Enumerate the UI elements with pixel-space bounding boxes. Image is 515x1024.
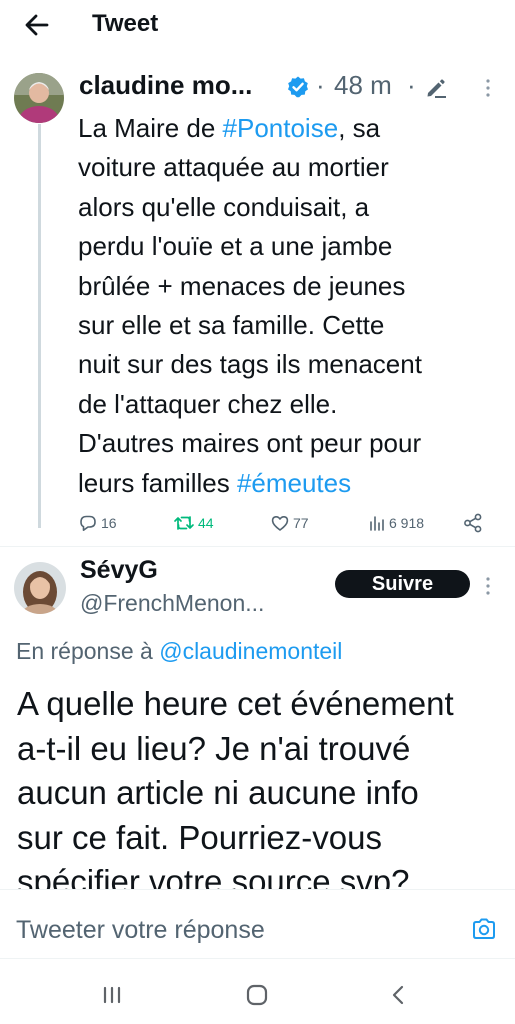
tweet-text-line: spécifier votre source svp? <box>17 863 410 890</box>
tweet1-timestamp[interactable]: 48 m <box>334 70 392 101</box>
thread-connector-line <box>38 124 41 528</box>
tweet2-author-handle[interactable]: @FrenchMenon... <box>80 590 264 617</box>
home-icon[interactable] <box>242 980 272 1010</box>
tweet2-text-viewport: A quelle heure cet événement a-t-il eu l… <box>0 680 515 890</box>
retweet-button[interactable]: 44 <box>173 512 214 534</box>
tweet1-text: La Maire de #Pontoise, sa voiture attaqu… <box>78 109 498 503</box>
views-count: 6 918 <box>389 515 425 531</box>
nav-back-icon[interactable] <box>384 980 414 1010</box>
reply-context-prefix: En réponse à <box>16 638 160 664</box>
views-icon <box>370 516 384 531</box>
share-icon <box>464 513 482 533</box>
avatar-sevyg[interactable] <box>14 562 66 614</box>
page-title: Tweet <box>92 10 159 37</box>
retweet-count: 44 <box>198 515 214 531</box>
tweet-text-line: leurs familles #émeutes <box>78 467 352 498</box>
tweet-text-line: sur elle et sa famille. Cette <box>78 310 385 341</box>
divider <box>0 958 515 959</box>
like-button[interactable]: 77 <box>270 512 309 534</box>
like-count: 77 <box>293 515 309 531</box>
top-bar: Tweet <box>0 0 515 50</box>
avatar-claudine[interactable] <box>14 73 64 123</box>
retweet-icon <box>174 516 194 530</box>
tweet-text-line: La Maire de #Pontoise, sa <box>78 113 381 143</box>
reply-context: En réponse à @claudinemonteil <box>16 638 342 665</box>
tweet-text-line: nuit sur des tags ils menacent <box>78 349 422 380</box>
tweet-text-line: A quelle heure cet événement <box>17 685 454 722</box>
tweet-text-line: sur ce fait. Pourriez-vous <box>17 818 382 856</box>
reply-button[interactable]: 16 <box>78 512 117 534</box>
tweet-text-line: D'autres maires ont peur pour <box>78 428 422 459</box>
tweet-text-line: voiture attaquée au mortier <box>78 152 389 183</box>
recents-icon[interactable] <box>97 980 127 1010</box>
tweet-text-line: alors qu'elle conduisait, a <box>78 191 370 222</box>
meta-separator: · <box>316 70 325 100</box>
tweet-text-line: a-t-il eu lieu? Je n'ai trouvé <box>17 729 411 767</box>
system-navigation-bar <box>0 960 515 1024</box>
edit-pencil-icon[interactable] <box>424 76 448 100</box>
divider <box>0 889 515 890</box>
tweet-text-line: aucun article ni aucune info <box>17 774 419 811</box>
tweet2-author-name[interactable]: SévyG <box>80 556 158 585</box>
back-arrow-icon <box>25 14 49 36</box>
tweet-text-line: perdu l'ouïe et a une jambe <box>78 231 393 262</box>
back-button[interactable] <box>20 8 54 42</box>
meta-separator: · <box>407 70 416 100</box>
reply-composer-input[interactable] <box>16 910 456 950</box>
reply-mention-link[interactable]: @claudinemonteil <box>159 638 342 664</box>
views-button[interactable]: 6 918 <box>368 512 424 534</box>
share-button[interactable] <box>462 512 487 534</box>
camera-icon[interactable] <box>470 915 498 943</box>
tweet1-author-name[interactable]: claudine mo... <box>79 70 252 101</box>
tweet-text-line: de l'attaquer chez elle. <box>78 388 338 419</box>
like-icon <box>271 515 289 531</box>
more-vertical-icon[interactable] <box>478 573 498 599</box>
hashtag-link[interactable]: #émeutes <box>237 468 351 498</box>
tweet1-action-bar: 16 44 77 6 918 <box>78 512 498 534</box>
reply-count: 16 <box>101 515 117 531</box>
divider <box>0 546 515 547</box>
more-vertical-icon[interactable] <box>478 75 498 101</box>
tweet2-text: A quelle heure cet événement a-t-il eu l… <box>17 682 507 890</box>
tweet-text-line: brûlée + menaces de jeunes <box>78 270 406 301</box>
verified-badge-icon <box>288 76 308 98</box>
reply-icon <box>80 515 96 531</box>
follow-button[interactable]: Suivre <box>335 570 470 598</box>
hashtag-link[interactable]: #Pontoise <box>223 113 339 143</box>
